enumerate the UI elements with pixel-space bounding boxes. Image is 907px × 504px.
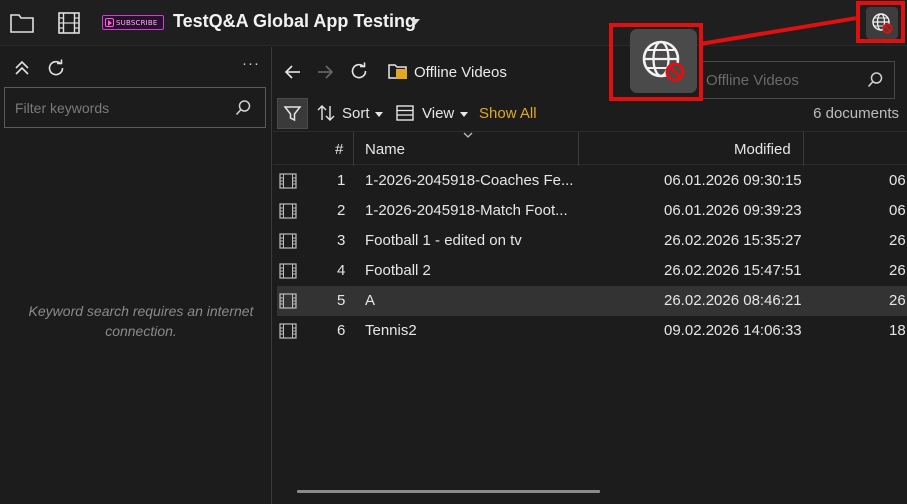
document-search-input[interactable] xyxy=(701,62,861,98)
more-options-button[interactable]: ··· xyxy=(242,55,260,72)
row-name: A xyxy=(365,292,376,309)
row-number: 3 xyxy=(337,232,346,249)
show-all-link[interactable]: Show All xyxy=(479,105,537,122)
navigation-row: Offline Videos xyxy=(273,57,907,99)
row-extra: 06 xyxy=(889,202,906,219)
brand-badge-text: SUBSCRIBE xyxy=(116,18,158,27)
search-icon[interactable] xyxy=(866,71,884,89)
video-file-icon xyxy=(279,173,297,189)
table-row-selected[interactable]: 5 A 26.02.2026 08:46:21 26 xyxy=(277,286,907,316)
sort-button[interactable]: Sort xyxy=(342,105,370,122)
filter-funnel-icon xyxy=(283,106,302,122)
film-icon[interactable] xyxy=(56,11,82,35)
chevron-down-icon[interactable] xyxy=(460,112,468,117)
table-row[interactable]: 1 1-2026-2045918-Coaches Fe... 06.01.202… xyxy=(277,166,907,196)
video-file-icon xyxy=(279,263,297,279)
document-search-box[interactable] xyxy=(700,61,895,99)
row-name: Tennis2 xyxy=(365,322,417,339)
globe-offline-icon xyxy=(642,40,685,82)
filter-toggle-button[interactable] xyxy=(277,98,308,129)
row-number: 1 xyxy=(337,172,346,189)
offline-status-button-zoomed[interactable] xyxy=(630,29,697,93)
search-icon[interactable] xyxy=(234,99,252,117)
view-button[interactable]: View xyxy=(422,105,454,122)
table-header: # Name Modified xyxy=(273,131,907,166)
table-row[interactable]: 2 1-2026-2045918-Match Foot... 06.01.202… xyxy=(277,196,907,226)
column-divider[interactable] xyxy=(578,132,579,166)
top-bar: SUBSCRIBE TestQ&A Global App Testing xyxy=(0,0,907,46)
offline-folder-icon xyxy=(388,64,407,79)
row-name: 1-2026-2045918-Match Foot... xyxy=(365,202,568,219)
keyword-panel-toolbar: ··· xyxy=(0,55,272,79)
row-extra: 26 xyxy=(889,292,906,309)
forward-arrow-icon[interactable] xyxy=(315,62,335,82)
keyword-panel: ··· Keyword search requires an internet … xyxy=(0,47,272,504)
row-modified: 06.01.2026 09:30:15 xyxy=(664,172,802,189)
table-row[interactable]: 3 Football 1 - edited on tv 26.02.2026 1… xyxy=(277,226,907,256)
column-header-modified[interactable]: Modified xyxy=(734,141,791,158)
row-name: Football 2 xyxy=(365,262,431,279)
filter-keywords-input[interactable] xyxy=(5,88,225,127)
sort-arrows-icon[interactable] xyxy=(316,103,336,123)
horizontal-scrollbar[interactable] xyxy=(297,490,600,493)
table-row[interactable]: 4 Football 2 26.02.2026 15:47:51 26 xyxy=(277,256,907,286)
back-arrow-icon[interactable] xyxy=(283,62,303,82)
row-modified: 09.02.2026 14:06:33 xyxy=(664,322,802,339)
app-title[interactable]: TestQ&A Global App Testing xyxy=(173,11,416,32)
refresh-icon[interactable] xyxy=(349,61,369,81)
collapse-up-icon[interactable] xyxy=(13,59,31,77)
no-connection-message: Keyword search requires an internet conn… xyxy=(28,303,254,339)
row-name: 1-2026-2045918-Coaches Fe... xyxy=(365,172,574,189)
row-modified: 26.02.2026 08:46:21 xyxy=(664,292,802,309)
current-folder-label: Offline Videos xyxy=(414,64,507,81)
refresh-icon[interactable] xyxy=(46,58,66,78)
sort-indicator-icon xyxy=(463,132,473,138)
row-extra: 06 xyxy=(889,172,906,189)
chevron-down-icon[interactable] xyxy=(375,112,383,117)
row-extra: 26 xyxy=(889,262,906,279)
view-list-icon[interactable] xyxy=(395,103,415,123)
row-number: 4 xyxy=(337,262,346,279)
row-number: 2 xyxy=(337,202,346,219)
column-divider[interactable] xyxy=(803,132,804,166)
highlight-box-small xyxy=(856,1,905,43)
folder-icon[interactable] xyxy=(9,11,35,35)
chevron-down-icon[interactable] xyxy=(410,19,420,25)
row-modified: 06.01.2026 09:39:23 xyxy=(664,202,802,219)
video-file-icon xyxy=(279,203,297,219)
filter-keywords-box[interactable] xyxy=(4,87,266,128)
document-count: 6 documents xyxy=(813,105,899,122)
row-number: 6 xyxy=(337,322,346,339)
document-toolbar: Sort View Show All 6 documents xyxy=(273,97,907,129)
row-extra: 26 xyxy=(889,232,906,249)
row-name: Football 1 - edited on tv xyxy=(365,232,522,249)
video-file-icon xyxy=(279,293,297,309)
column-header-name[interactable]: Name xyxy=(365,141,405,158)
video-file-icon xyxy=(279,323,297,339)
column-divider[interactable] xyxy=(353,132,354,166)
column-header-number[interactable]: # xyxy=(335,141,343,158)
play-icon xyxy=(105,18,114,27)
video-file-icon xyxy=(279,233,297,249)
row-modified: 26.02.2026 15:35:27 xyxy=(664,232,802,249)
document-panel: Offline Videos Sort View xyxy=(273,47,907,504)
row-modified: 26.02.2026 15:47:51 xyxy=(664,262,802,279)
row-number: 5 xyxy=(337,292,346,309)
brand-logo: SUBSCRIBE xyxy=(102,15,164,30)
table-row[interactable]: 6 Tennis2 09.02.2026 14:06:33 18 xyxy=(277,316,907,346)
row-extra: 18 xyxy=(889,322,906,339)
